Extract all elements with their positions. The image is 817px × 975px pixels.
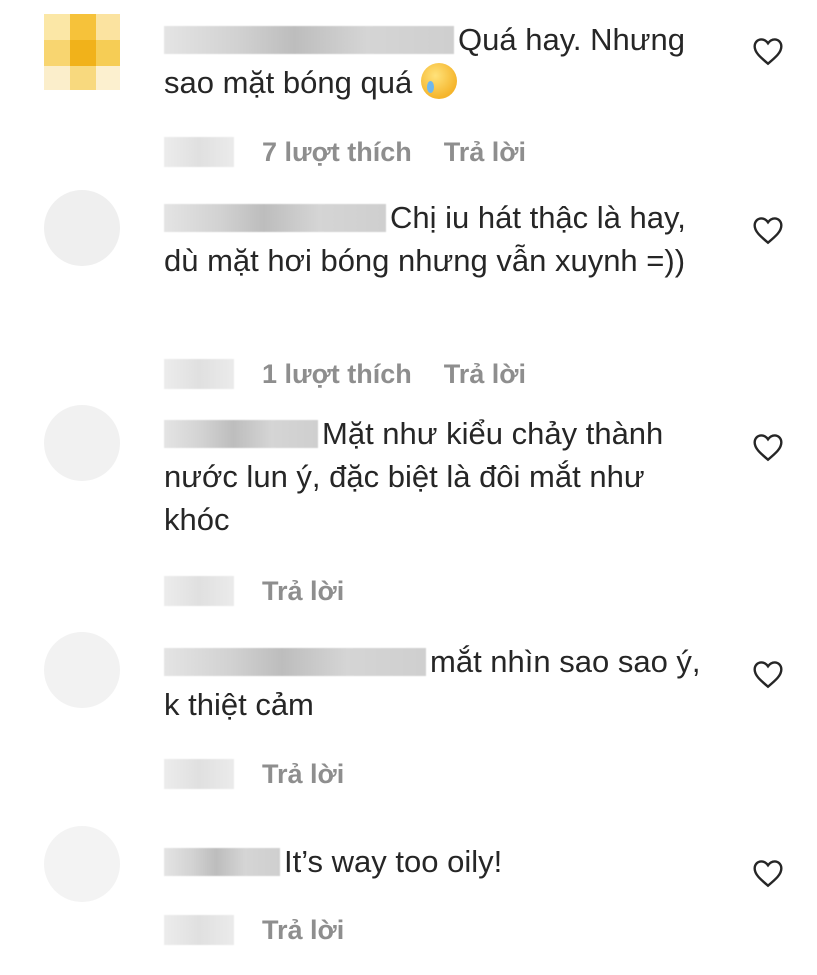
avatar[interactable] <box>44 405 120 481</box>
reply-button[interactable]: Trả lời <box>444 359 526 390</box>
timestamp-redacted <box>164 137 234 167</box>
avatar[interactable] <box>44 14 120 90</box>
username-redacted[interactable] <box>164 204 386 232</box>
heart-outline-icon[interactable] <box>752 36 784 66</box>
reply-button[interactable]: Trả lời <box>262 576 344 607</box>
avatar[interactable] <box>44 632 120 708</box>
username-redacted[interactable] <box>164 648 426 676</box>
heart-outline-icon[interactable] <box>752 858 784 888</box>
timestamp-redacted <box>164 759 234 789</box>
like-count-link[interactable]: 1 lượt thích <box>262 359 412 390</box>
heart-outline-icon[interactable] <box>752 215 784 245</box>
comment-text: mắt nhìn sao sao ý, k thiệt cảm <box>164 640 707 726</box>
comment-meta: Trả lời <box>164 573 344 609</box>
comment-text: It’s way too oily! <box>164 840 707 883</box>
comment-text: Quá hay. Nhưng sao mặt bóng quá <box>164 18 707 104</box>
comment-text: Chị iu hát thậc là hay, dù mặt hơi bóng … <box>164 196 707 282</box>
avatar[interactable] <box>44 190 120 266</box>
heart-outline-icon[interactable] <box>752 432 784 462</box>
avatar[interactable] <box>44 826 120 902</box>
like-count-link[interactable]: 7 lượt thích <box>262 137 412 168</box>
heart-outline-icon[interactable] <box>752 659 784 689</box>
crying-face-emoji-icon <box>420 63 457 99</box>
comment-text: Mặt như kiểu chảy thành nước lun ý, đặc … <box>164 412 707 541</box>
timestamp-redacted <box>164 359 234 389</box>
username-redacted[interactable] <box>164 848 280 876</box>
comment-meta: Trả lời <box>164 756 344 792</box>
comment-body: It’s way too oily! <box>284 844 503 879</box>
username-redacted[interactable] <box>164 420 318 448</box>
comment-meta: Trả lời <box>164 912 344 948</box>
reply-button[interactable]: Trả lời <box>262 759 344 790</box>
comment-meta: 1 lượt thích Trả lời <box>164 356 526 392</box>
comment-meta: 7 lượt thích Trả lời <box>164 134 526 170</box>
timestamp-redacted <box>164 915 234 945</box>
reply-button[interactable]: Trả lời <box>444 137 526 168</box>
username-redacted[interactable] <box>164 26 454 54</box>
timestamp-redacted <box>164 576 234 606</box>
reply-button[interactable]: Trả lời <box>262 915 344 946</box>
